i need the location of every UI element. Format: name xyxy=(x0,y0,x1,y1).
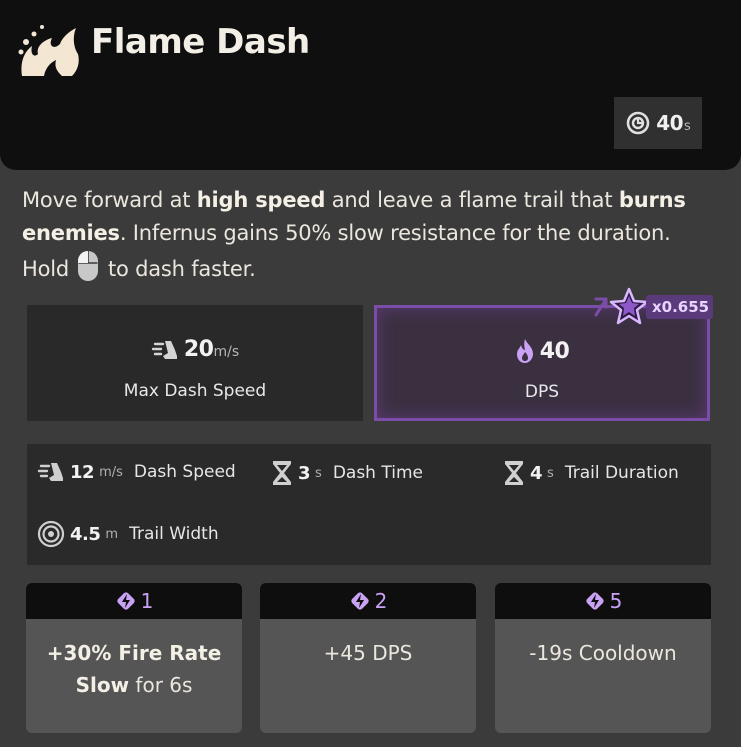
cooldown-icon xyxy=(626,111,650,135)
desc-text-1: Move forward at xyxy=(22,188,197,212)
upgrade-tier: 2 xyxy=(374,589,388,613)
prop-unit: s xyxy=(547,465,554,481)
prop-label: Trail Width xyxy=(129,524,219,544)
mouse-icon xyxy=(78,251,99,281)
upgrade-tier: 1 xyxy=(140,589,154,613)
radius-icon xyxy=(37,520,65,548)
cooldown-badge: 40s xyxy=(614,97,702,149)
prop-value: 3 xyxy=(298,462,311,484)
spirit-flame-icon xyxy=(516,339,533,363)
prop-value: 4.5 xyxy=(70,523,101,545)
hourglass-icon xyxy=(505,461,523,485)
prop-value: 12 xyxy=(70,461,95,483)
spirit-point-icon xyxy=(350,592,369,610)
prop-label: Dash Speed xyxy=(133,462,236,482)
prop-trail-duration: 4s Trail Duration xyxy=(503,460,679,486)
prop-unit: s xyxy=(315,465,322,481)
upgrade-description: +45 DPS xyxy=(323,641,413,665)
upgrade-header: 1 xyxy=(26,583,242,619)
ability-properties: 12 m/s Dash Speed 3s Dash Time 4s Trail D… xyxy=(27,444,711,565)
stat-label: DPS xyxy=(524,382,560,402)
upgrade-header: 2 xyxy=(260,583,476,619)
prop-dash-speed: 12 m/s Dash Speed xyxy=(37,460,236,484)
dash-speed-icon xyxy=(37,463,63,481)
cooldown-value: 40 xyxy=(656,111,684,135)
prop-label: Dash Time xyxy=(332,463,423,483)
cooldown-unit: s xyxy=(684,119,691,134)
ability-header: Flame Dash 40s xyxy=(0,0,741,170)
upgrade-tier-1: 1 +30% Fire Rate Slow for 6s xyxy=(26,583,242,733)
upgrade-text-bold: +30% Fire Rate xyxy=(46,641,222,665)
stat-unit: m/s xyxy=(213,344,240,360)
upgrade-header: 5 xyxy=(495,583,711,619)
flame-dash-icon xyxy=(18,25,79,76)
stat-label: Max Dash Speed xyxy=(123,381,267,401)
hourglass-icon xyxy=(273,461,291,485)
desc-keyword-high-speed: high speed xyxy=(196,188,326,212)
prop-label: Trail Duration xyxy=(564,463,679,483)
spirit-point-icon xyxy=(116,592,135,610)
stat-value: 40 xyxy=(539,338,570,364)
spirit-scaling-badge: x0.655 xyxy=(592,285,714,329)
prop-unit: m xyxy=(105,526,119,542)
upgrade-description: +30% Fire Rate Slow for 6s xyxy=(26,619,242,701)
desc-text-2: and leave a flame trail that xyxy=(325,188,619,212)
prop-trail-width: 4.5 m Trail Width xyxy=(37,520,219,548)
upgrade-tier: 5 xyxy=(609,589,623,613)
desc-text-4: to dash faster. xyxy=(101,257,256,281)
upgrade-text: for 6s xyxy=(129,673,193,697)
ability-description: Move forward at high speed and leave a f… xyxy=(22,184,722,286)
prop-dash-time: 3s Dash Time xyxy=(271,460,423,486)
stat-value: 20 xyxy=(183,337,214,362)
prop-unit: m/s xyxy=(99,464,123,480)
upgrade-description: -19s Cooldown xyxy=(529,641,677,665)
dash-speed-icon xyxy=(151,340,177,359)
spirit-scaling-star-icon xyxy=(594,287,649,325)
upgrade-tier-3: 5 -19s Cooldown xyxy=(495,583,711,733)
spirit-point-icon xyxy=(585,592,604,610)
upgrade-text-bold: Slow xyxy=(75,673,130,697)
prop-value: 4 xyxy=(530,462,543,484)
stat-max-dash-speed: 20m/s Max Dash Speed xyxy=(27,305,363,421)
upgrade-tier-2: 2 +45 DPS xyxy=(260,583,476,733)
ability-title: Flame Dash xyxy=(91,22,310,62)
spirit-scaling-value: x0.655 xyxy=(646,295,714,319)
